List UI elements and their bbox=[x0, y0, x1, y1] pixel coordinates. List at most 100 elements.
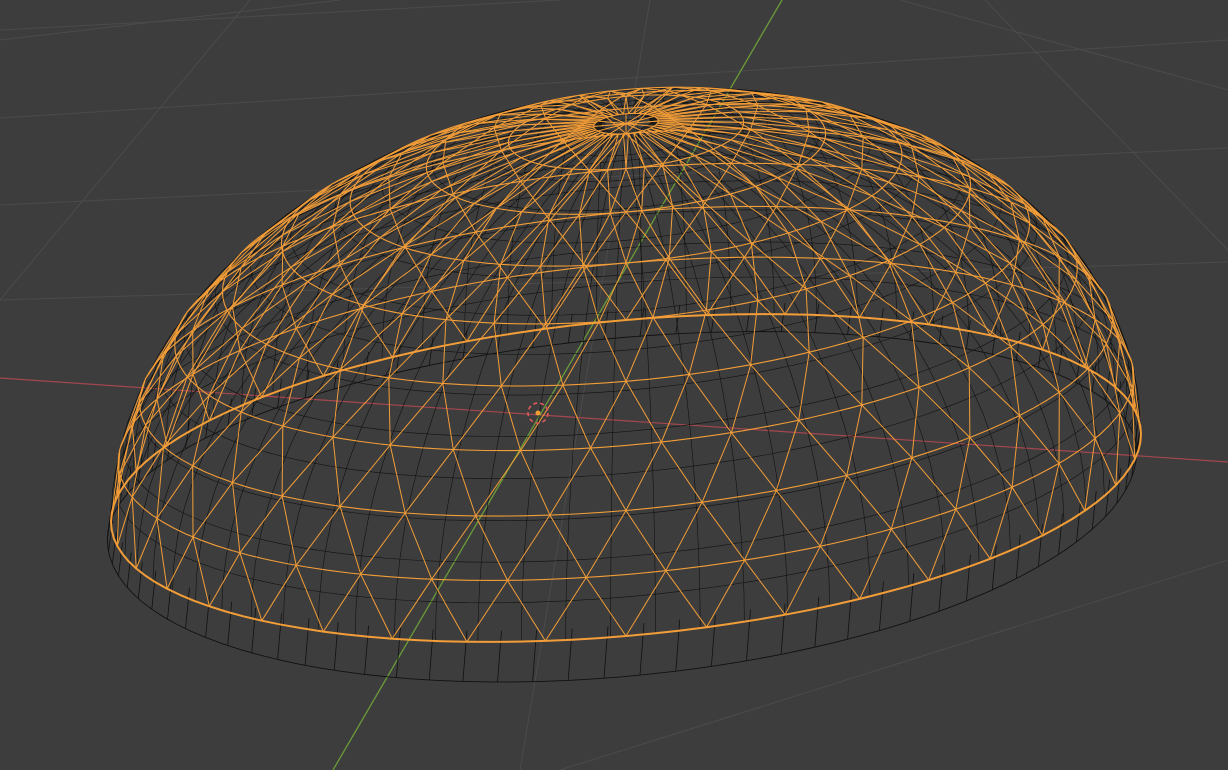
dome-triangle-edge bbox=[665, 501, 745, 571]
inner-skirt-edge bbox=[277, 613, 282, 660]
inner-meridian bbox=[394, 130, 616, 639]
inner-skirt-edge bbox=[938, 564, 944, 612]
dome-triangle-edge bbox=[281, 436, 341, 507]
dome-triangle-edge bbox=[507, 514, 587, 581]
inner-skirt-edge bbox=[364, 625, 369, 675]
dome-triangle-edge bbox=[500, 213, 551, 267]
dome-triangle-edge bbox=[660, 373, 732, 443]
inner-skirt-edge bbox=[167, 579, 172, 620]
dome-triangle-edge bbox=[625, 209, 670, 264]
dome-triangle-edge bbox=[969, 192, 1030, 244]
inner-skirt-edge bbox=[879, 581, 884, 631]
dome-triangle-edge bbox=[743, 121, 826, 140]
inner-skirt-edge bbox=[251, 607, 257, 653]
inner-latitude bbox=[157, 180, 1095, 480]
inner-meridian bbox=[147, 122, 604, 461]
dome-triangle-edge bbox=[295, 264, 362, 329]
inner-skirt-edge bbox=[185, 420, 190, 449]
dome-triangle-edge bbox=[820, 221, 889, 276]
inner-skirt-edge bbox=[639, 307, 645, 337]
inner-skirt-edge bbox=[137, 561, 143, 599]
inner-skirt-edge bbox=[227, 601, 233, 646]
dome-triangle-edge bbox=[625, 570, 708, 637]
dome-triangle-edge bbox=[625, 441, 703, 511]
inner-meridian bbox=[640, 127, 946, 575]
inner-skirt-edge bbox=[603, 626, 609, 679]
inner-skirt-edge bbox=[675, 619, 681, 672]
dome-triangle-edge bbox=[521, 168, 574, 215]
inner-skirt-edge bbox=[185, 587, 190, 629]
dome-triangle-edge bbox=[332, 377, 391, 446]
inner-skirt-edge bbox=[1125, 391, 1130, 420]
dome-triangle-edge bbox=[861, 337, 920, 406]
inner-skirt-edge bbox=[1015, 534, 1021, 579]
grid-line bbox=[0, 0, 341, 41]
dome-triangle-edge bbox=[339, 444, 406, 514]
inner-skirt-edge bbox=[333, 622, 339, 671]
dome-triangle-edge bbox=[1024, 203, 1077, 259]
inner-skirt-edge bbox=[497, 324, 502, 353]
dome-triangle-edge bbox=[295, 505, 362, 575]
inner-skirt-edge bbox=[938, 315, 944, 345]
dome-triangle-edge bbox=[819, 474, 892, 547]
dome-triangle-edge bbox=[452, 385, 522, 451]
inner-skirt-edge bbox=[711, 614, 716, 667]
dome-triangle-edge bbox=[784, 545, 861, 615]
dome-triangle-edge bbox=[887, 129, 962, 162]
inner-skirt-edge bbox=[428, 629, 434, 681]
inner-meridian bbox=[221, 129, 608, 611]
dome-triangle-edge bbox=[890, 457, 957, 530]
inner-skirt-edge bbox=[396, 627, 401, 678]
dome-triangle-edge bbox=[784, 257, 861, 318]
inner-skirt-edge bbox=[814, 596, 820, 648]
inner-meridian bbox=[649, 122, 1131, 468]
inner-skirt-edge bbox=[364, 351, 369, 381]
dome-triangle-edge bbox=[989, 284, 1044, 350]
inner-skirt-edge bbox=[251, 388, 257, 418]
dome-triangle-edge bbox=[404, 449, 477, 517]
dome-triangle-edge bbox=[910, 320, 970, 388]
grid-line bbox=[0, 147, 1228, 206]
grid-line bbox=[899, 0, 1228, 91]
dome-triangle-edge bbox=[744, 206, 821, 259]
dome-triangle-edge bbox=[859, 528, 930, 600]
grid-line bbox=[984, 0, 1228, 251]
inner-skirt-edge bbox=[746, 302, 751, 332]
dome-triangle-edge bbox=[549, 447, 627, 516]
dome-triangle-edge bbox=[706, 256, 786, 316]
inner-skirt-edge bbox=[780, 603, 786, 655]
inner-meridian bbox=[124, 126, 603, 557]
grid-line bbox=[0, 0, 251, 301]
inner-meridian bbox=[639, 128, 909, 587]
inner-skirt-edge bbox=[428, 336, 434, 366]
inner-skirt-edge bbox=[532, 318, 537, 348]
inner-meridian bbox=[477, 130, 620, 642]
inner-skirt-edge bbox=[1058, 346, 1063, 375]
dome-triangle-edge bbox=[192, 411, 242, 483]
inner-latitude bbox=[113, 276, 1139, 604]
3d-viewport[interactable] bbox=[0, 0, 1228, 770]
inner-skirt-edge bbox=[1105, 479, 1111, 517]
dome-triangle-edge bbox=[360, 512, 433, 580]
dome-triangle-edge bbox=[208, 552, 263, 621]
inner-skirt-edge bbox=[966, 554, 971, 601]
dome-triangle-edge bbox=[389, 382, 454, 450]
viewport-canvas[interactable] bbox=[0, 0, 1228, 770]
dome-triangle-edge bbox=[848, 208, 921, 261]
dome-triangle-edge bbox=[705, 251, 759, 311]
inner-skirt-edge bbox=[205, 409, 210, 439]
dome-triangle-edge bbox=[589, 133, 619, 171]
dome-triangle-edge bbox=[391, 578, 468, 643]
inner-skirt-edge bbox=[304, 618, 310, 666]
inner-skirt-edge bbox=[847, 305, 852, 335]
dome-triangle-edge bbox=[1010, 346, 1060, 416]
dome-triangle-edge bbox=[750, 242, 807, 301]
inner-skirt-edge bbox=[126, 552, 132, 588]
inner-skirt-edge bbox=[909, 573, 915, 622]
inner-skirt-edge bbox=[205, 595, 210, 638]
inner-meridian bbox=[521, 130, 622, 642]
dome-triangle-edge bbox=[331, 246, 404, 306]
inner-skirt-edge bbox=[567, 314, 573, 344]
grid-line bbox=[0, 0, 561, 31]
dome-triangle-edge bbox=[131, 354, 164, 425]
